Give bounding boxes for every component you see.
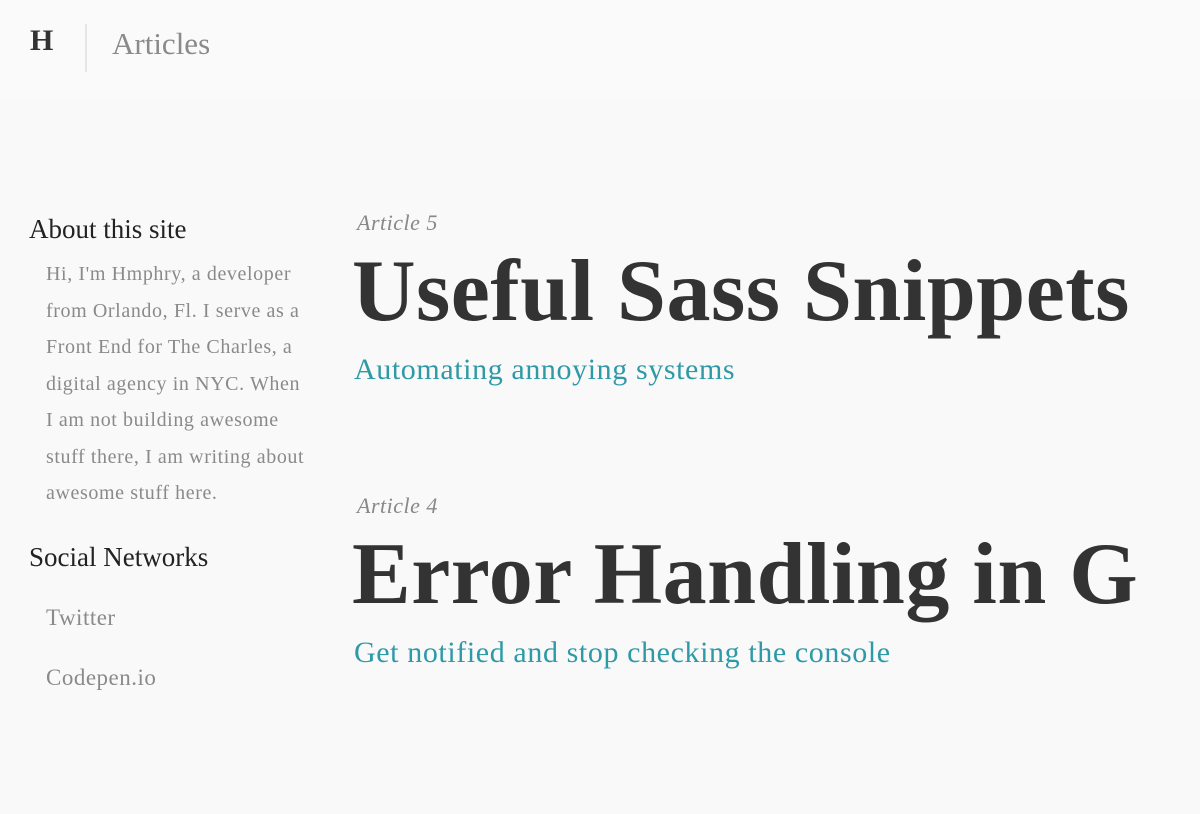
social-links-list: Twitter Codepen.io [46,588,319,708]
article-number: Article 5 [357,210,438,235]
article-card: Article 5 Useful Sass Snippets Automatin… [352,210,1200,390]
article-list: Article 5 Useful Sass Snippets Automatin… [352,200,1200,673]
article-number: Article 4 [357,493,438,518]
article-card: Article 4 Error Handling in G Get notifi… [352,493,1200,673]
sidebar: About this site Hi, I'm Hmphry, a develo… [29,212,319,708]
article-title-link[interactable]: Useful Sass Snippets [352,242,1200,342]
article-subtitle-link[interactable]: Automating annoying systems [354,350,1200,390]
page: H Articles About this site Hi, I'm Hmphr… [0,0,1200,814]
site-header: H Articles [0,0,1200,100]
social-networks-heading: Social Networks [29,541,209,572]
about-heading: About this site [29,214,187,244]
twitter-link[interactable]: Twitter [46,588,319,648]
about-text: Hi, I'm Hmphry, a developer from Orlando… [46,263,305,504]
page-title[interactable]: Articles [112,28,210,59]
header-divider [85,24,87,72]
article-title-link[interactable]: Error Handling in G [352,525,1200,625]
codepen-link[interactable]: Codepen.io [46,648,319,708]
article-subtitle-link[interactable]: Get notified and stop checking the conso… [354,633,1200,673]
site-logo[interactable]: H [30,26,53,56]
